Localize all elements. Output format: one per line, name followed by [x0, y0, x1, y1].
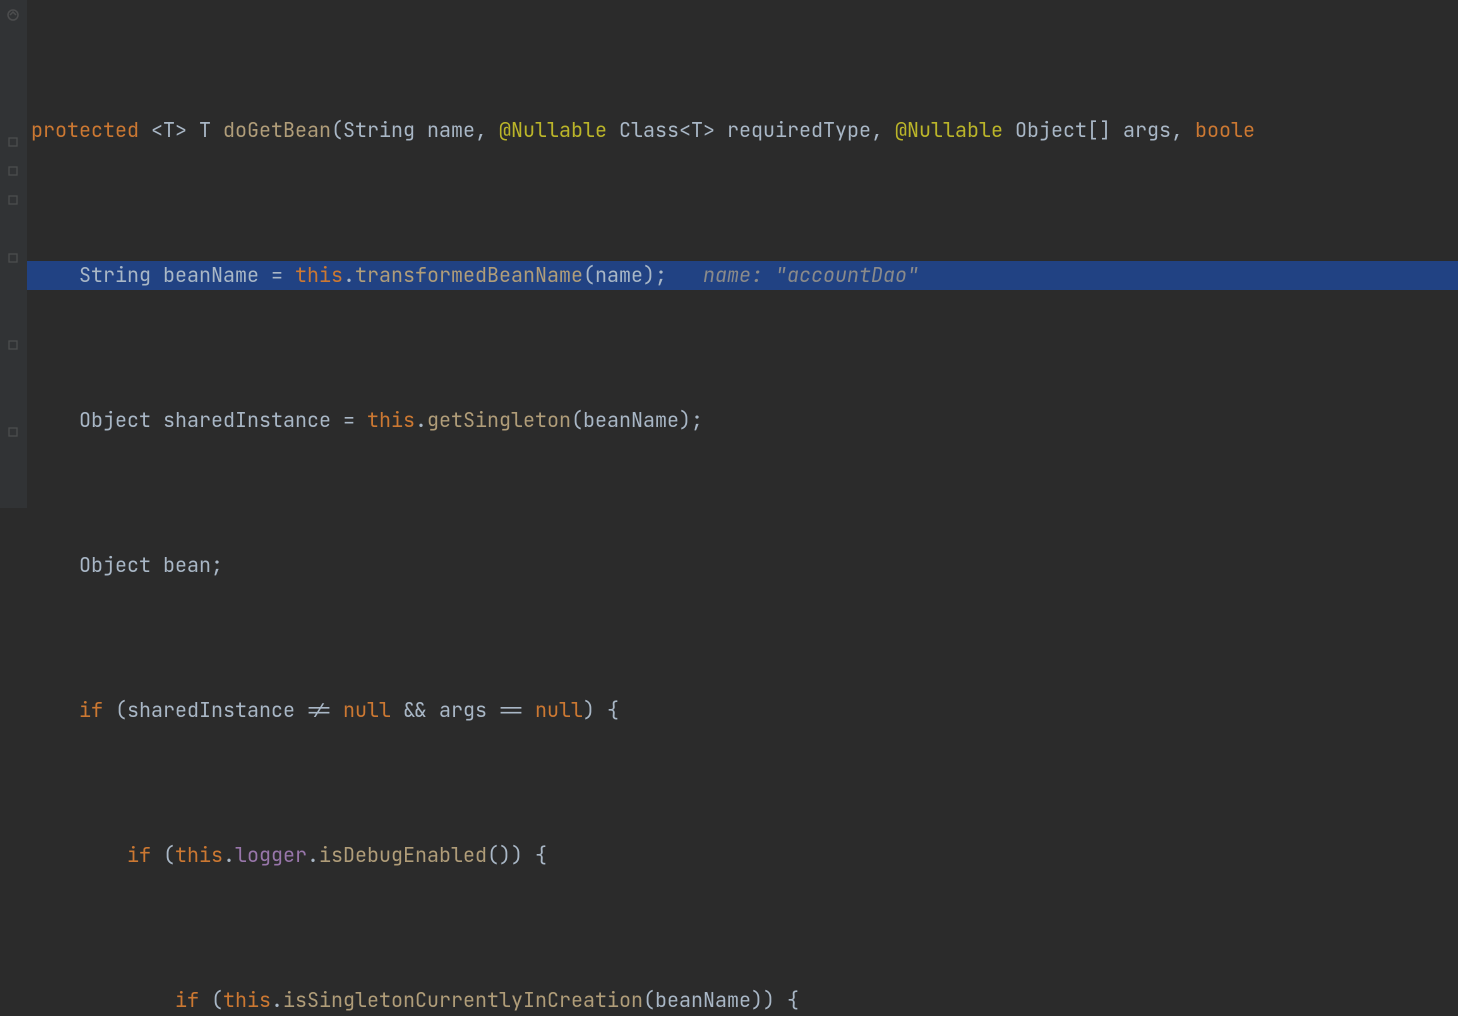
code-text: (: [151, 842, 175, 868]
code-text: && args ==: [391, 697, 535, 723]
method-marker-icon: [6, 193, 20, 207]
method-call: isSingletonCurrentlyInCreation: [283, 987, 643, 1013]
code-text: (name);: [583, 262, 667, 288]
keyword: protected: [31, 117, 139, 143]
code-text: (sharedInstance !=: [103, 697, 343, 723]
method-name: doGetBean: [223, 117, 331, 143]
code-text: <T> T: [151, 117, 223, 143]
method-call: getSingleton: [427, 407, 571, 433]
keyword-this: this: [295, 262, 343, 288]
code-text: Object bean;: [79, 552, 223, 578]
code-text: .: [223, 842, 235, 868]
code-line[interactable]: if (this.isSingletonCurrentlyInCreation(…: [27, 986, 1458, 1015]
code-text: (String name,: [331, 117, 499, 143]
keyword-if: if: [79, 697, 103, 723]
code-line[interactable]: Object bean;: [27, 551, 1458, 580]
keyword-if: if: [175, 987, 199, 1013]
code-line[interactable]: Object sharedInstance = this.getSingleto…: [27, 406, 1458, 435]
override-icon: [6, 8, 20, 22]
code-text: .: [307, 842, 319, 868]
method-marker-icon: [6, 164, 20, 178]
gutter: [0, 0, 27, 508]
code-text: Class<T> requiredType,: [607, 117, 895, 143]
keyword-if: if: [127, 842, 151, 868]
code-text: (beanName)) {: [643, 987, 799, 1013]
keyword-null: null: [535, 697, 583, 723]
method-marker-icon: [6, 425, 20, 439]
code-line[interactable]: if (this.logger.isDebugEnabled()) {: [27, 841, 1458, 870]
code-line-current[interactable]: String beanName = this.transformedBeanNa…: [27, 261, 1458, 290]
indent: [31, 842, 127, 868]
indent: [31, 697, 79, 723]
keyword: boole: [1195, 117, 1255, 143]
code-text: (: [199, 987, 223, 1013]
keyword-null: null: [343, 697, 391, 723]
keyword-this: this: [367, 407, 415, 433]
code-text: .: [343, 262, 355, 288]
code-text: [139, 117, 151, 143]
code-text: ()) {: [487, 842, 547, 868]
inline-hint-value: "accountDao": [775, 262, 919, 288]
method-marker-icon: [6, 338, 20, 352]
keyword-this: this: [175, 842, 223, 868]
code-text: String beanName =: [79, 262, 295, 288]
method-marker-icon: [6, 135, 20, 149]
code-text: .: [271, 987, 283, 1013]
method-marker-icon: [6, 251, 20, 265]
spacer: [667, 262, 703, 288]
annotation: @Nullable: [895, 117, 1003, 143]
code-text: ) {: [583, 697, 619, 723]
code-text: Object sharedInstance =: [79, 407, 367, 433]
indent: [31, 552, 79, 578]
indent: [31, 407, 79, 433]
code-line[interactable]: if (sharedInstance != null && args == nu…: [27, 696, 1458, 725]
inline-hint-label: name:: [703, 262, 775, 288]
code-line[interactable]: protected <T> T doGetBean(String name, @…: [27, 116, 1458, 145]
indent: [31, 987, 175, 1013]
code-editor[interactable]: protected <T> T doGetBean(String name, @…: [27, 0, 1458, 1016]
code-text: Object[] args,: [1003, 117, 1195, 143]
indent: [31, 262, 79, 288]
code-text: (beanName);: [571, 407, 703, 433]
code-text: .: [415, 407, 427, 433]
method-call: transformedBeanName: [355, 262, 583, 288]
field-ref: logger: [235, 842, 307, 868]
keyword-this: this: [223, 987, 271, 1013]
method-call: isDebugEnabled: [319, 842, 487, 868]
annotation: @Nullable: [499, 117, 607, 143]
